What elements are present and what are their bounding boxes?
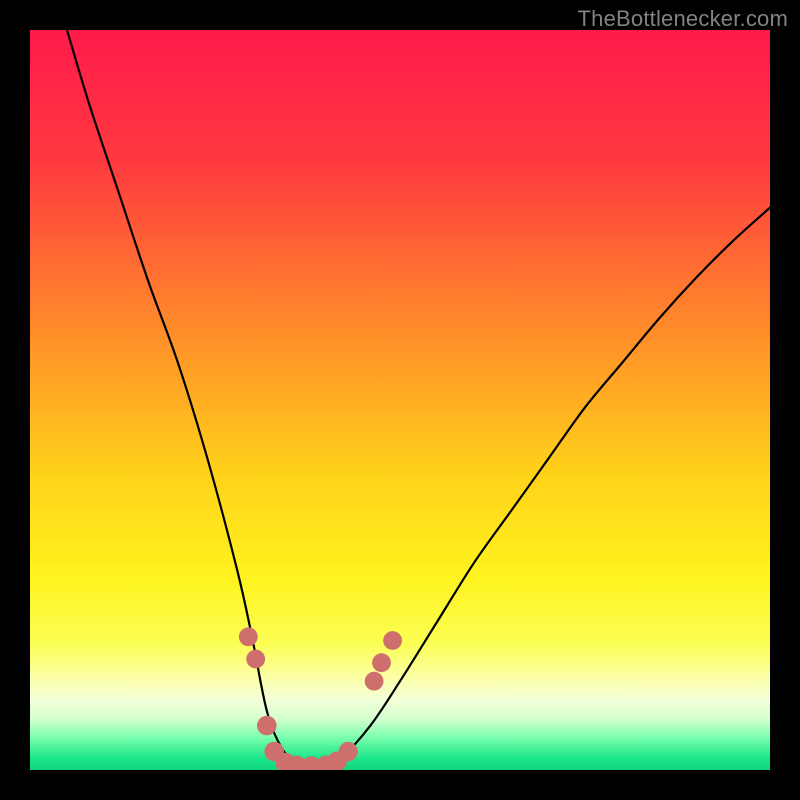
outer-black-frame: TheBottlenecker.com <box>0 0 800 800</box>
bottleneck-curve <box>67 30 770 767</box>
marker-dot <box>339 742 358 761</box>
marker-dot <box>383 631 402 650</box>
marker-dot <box>372 653 391 672</box>
plot-area <box>30 30 770 770</box>
marker-dot <box>257 716 277 736</box>
marker-dot <box>239 627 258 646</box>
curve-layer <box>30 30 770 770</box>
marker-dot <box>246 650 265 669</box>
watermark-text: TheBottlenecker.com <box>578 6 788 32</box>
marker-dot <box>365 672 384 691</box>
